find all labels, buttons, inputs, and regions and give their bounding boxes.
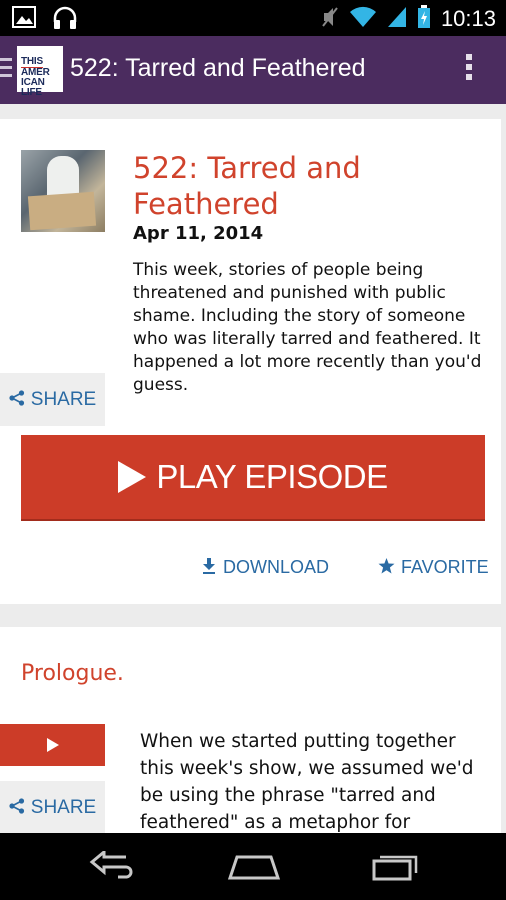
- gallery-icon: [12, 6, 36, 34]
- drawer-toggle-icon[interactable]: [0, 58, 14, 84]
- mute-icon: [321, 6, 339, 32]
- download-icon: [202, 557, 216, 578]
- act-play-button[interactable]: [0, 724, 105, 766]
- episode-date: Apr 11, 2014: [133, 223, 264, 244]
- share-label: SHARE: [30, 796, 97, 818]
- action-bar-title: 522: Tarred and Feathered: [70, 54, 366, 82]
- play-icon: [46, 738, 59, 752]
- action-bar: THIS AMER ICAN LIFE 522: Tarred and Feat…: [0, 36, 506, 104]
- episode-share-button[interactable]: SHARE: [0, 373, 105, 426]
- download-button[interactable]: DOWNLOAD: [202, 557, 329, 578]
- logo-line-4: LIFE: [21, 87, 42, 98]
- overflow-menu-icon[interactable]: [466, 54, 472, 84]
- act-card: Prologue. SHARE When we started putting …: [0, 627, 501, 833]
- navigation-bar: [0, 833, 506, 900]
- act-description: When we started putting together this we…: [140, 731, 474, 833]
- episode-title: 522: Tarred and Feathered: [133, 151, 361, 221]
- episode-card: 522: Tarred and Feathered Apr 11, 2014 T…: [0, 119, 501, 604]
- signal-icon: [387, 6, 407, 32]
- star-icon: [378, 557, 395, 578]
- battery-icon: [417, 5, 431, 33]
- download-label: DOWNLOAD: [223, 557, 330, 577]
- share-label: SHARE: [30, 388, 97, 410]
- wifi-icon: [349, 6, 377, 32]
- app-logo[interactable]: THIS AMER ICAN LIFE: [17, 46, 63, 98]
- episode-thumbnail: [21, 150, 105, 232]
- play-episode-label: PLAY EPISODE: [156, 458, 388, 495]
- status-time: 10:13: [440, 6, 496, 31]
- status-bar: 10:13: [0, 0, 506, 36]
- back-icon[interactable]: [88, 848, 138, 885]
- share-icon: [9, 389, 25, 410]
- favorite-button[interactable]: FAVORITE: [378, 557, 489, 578]
- favorite-label: FAVORITE: [401, 557, 489, 577]
- play-episode-button[interactable]: PLAY EPISODE: [21, 435, 485, 521]
- episode-description: This week, stories of people being threa…: [133, 260, 482, 395]
- act-share-button[interactable]: SHARE: [0, 781, 105, 833]
- share-icon: [9, 797, 25, 818]
- home-icon[interactable]: [227, 851, 281, 885]
- act-title: Prologue.: [21, 661, 124, 686]
- play-icon: [118, 461, 147, 493]
- recent-apps-icon[interactable]: [370, 851, 420, 885]
- headphones-icon: [52, 6, 78, 34]
